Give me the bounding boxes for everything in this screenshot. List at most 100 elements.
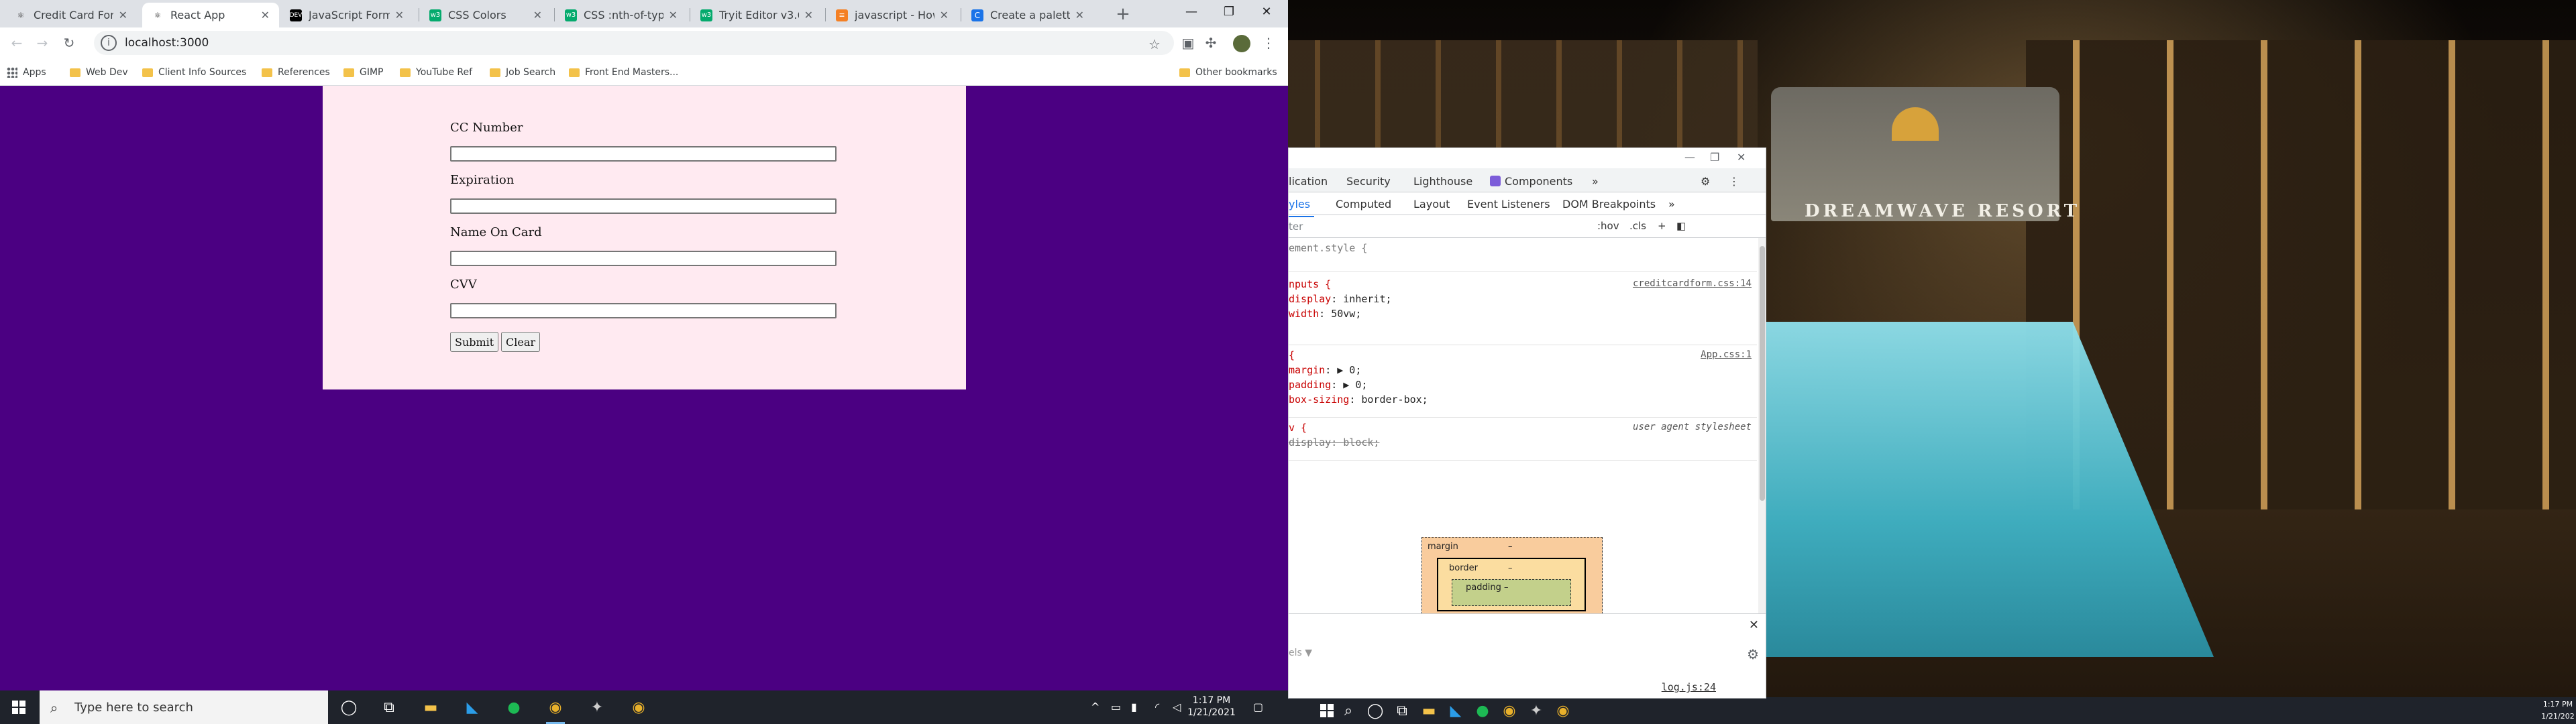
cvv-input[interactable] <box>450 303 837 318</box>
maximize-button[interactable]: ❐ <box>1210 0 1248 24</box>
tab-css-colors[interactable]: w3 CSS Colors ✕ <box>420 3 551 27</box>
log-levels-dropdown[interactable]: els ▼ <box>1289 648 1312 658</box>
console-source-link[interactable]: log.js:24 <box>1662 681 1716 693</box>
windows-start-icon[interactable] <box>12 701 25 714</box>
expiration-input[interactable] <box>450 198 837 214</box>
gear-icon[interactable]: ⚙ <box>1701 175 1710 188</box>
task-view-icon[interactable]: ⧉ <box>376 695 402 719</box>
menu-icon[interactable]: ⋮ <box>1260 34 1277 52</box>
clock[interactable]: 1:17 PM 1/21/2021 <box>1185 695 1238 719</box>
clock[interactable]: 1:17 PM 1/21/202 <box>2540 699 2576 723</box>
hov-button[interactable]: :hov <box>1597 220 1619 232</box>
tab-stackoverflow[interactable]: ≡ javascript - How to ✕ <box>826 3 958 27</box>
margin-value[interactable]: – <box>1508 542 1513 552</box>
name-on-card-input[interactable] <box>450 251 837 266</box>
file-explorer-icon[interactable]: ▬ <box>417 695 444 719</box>
css-declaration[interactable]: margin: ▶ 0; <box>1289 364 1361 376</box>
minimize-button[interactable]: — <box>1173 0 1210 24</box>
css-declaration[interactable]: width: 50vw; <box>1289 308 1361 320</box>
menu-icon[interactable]: ⋮ <box>1729 175 1739 188</box>
cortana-icon[interactable]: ◯ <box>335 695 362 719</box>
close-icon[interactable]: ✕ <box>395 9 404 21</box>
styles-scrollbar[interactable] <box>1758 238 1766 613</box>
scrollbar-thumb[interactable] <box>1760 246 1765 501</box>
tab-components[interactable]: Components <box>1490 175 1572 188</box>
tab-dom-breakpoints[interactable]: DOM Breakpoints <box>1562 198 1656 210</box>
bookmark-client-info[interactable]: Client Info Sources <box>142 66 246 79</box>
tab-javascript-form[interactable]: DEV JavaScript Form Va ✕ <box>280 3 413 27</box>
chrome-icon[interactable]: ◉ <box>1496 699 1523 723</box>
maximize-button[interactable]: ❐ <box>1710 151 1719 164</box>
chrome-icon[interactable]: ◉ <box>542 695 569 724</box>
info-icon[interactable]: i <box>101 35 117 51</box>
submit-button[interactable]: Submit <box>450 332 499 352</box>
chevron-up-icon[interactable]: ^ <box>1091 701 1099 713</box>
vscode-icon[interactable]: ◣ <box>459 695 486 719</box>
tab-create-palette[interactable]: C Create a palette - ✕ <box>962 3 1093 27</box>
avatar[interactable] <box>1233 35 1250 52</box>
close-icon[interactable]: ✕ <box>804 9 813 21</box>
filter-input[interactable]: ter <box>1289 221 1303 233</box>
close-window-button[interactable]: ✕ <box>1248 0 1285 24</box>
bookmark-front-end-masters[interactable]: Front End Masters... <box>569 66 678 79</box>
wifi-icon[interactable]: ◜ <box>1155 701 1159 713</box>
close-icon[interactable]: ✕ <box>1749 618 1759 632</box>
back-button[interactable]: ← <box>7 33 27 53</box>
close-icon[interactable]: ✕ <box>940 9 949 21</box>
chrome-icon[interactable]: ◉ <box>1550 699 1576 723</box>
tab-layout[interactable]: Layout <box>1413 198 1450 210</box>
more-subtabs-button[interactable]: » <box>1668 198 1675 210</box>
cls-button[interactable]: .cls <box>1629 220 1646 232</box>
css-declaration[interactable]: box-sizing: border-box; <box>1289 394 1428 406</box>
volume-icon[interactable]: ◁ <box>1173 701 1181 713</box>
sidebar-toggle-icon[interactable]: ◧ <box>1676 220 1686 232</box>
close-icon[interactable]: ✕ <box>1075 9 1084 21</box>
css-source-link[interactable]: App.css:1 <box>1701 349 1752 360</box>
css-selector[interactable]: ement.style { <box>1289 242 1367 254</box>
puzzle-icon[interactable]: ✣ <box>1202 34 1220 52</box>
spotify-icon[interactable]: ● <box>500 695 527 719</box>
taskbar-search[interactable]: ⌕ Type here to search <box>40 690 328 724</box>
minimize-button[interactable]: — <box>1684 151 1695 164</box>
tab-security[interactable]: Security <box>1346 175 1391 188</box>
app-icon[interactable]: ✦ <box>1523 699 1550 723</box>
app-icon[interactable]: ✦ <box>584 695 610 719</box>
tab-css-nth-of-type[interactable]: w3 CSS :nth-of-type() ✕ <box>555 3 687 27</box>
tab-application[interactable]: lication <box>1289 175 1328 188</box>
bookmark-youtube-ref[interactable]: YouTube Ref <box>400 66 472 79</box>
close-window-button[interactable]: ✕ <box>1737 151 1746 164</box>
battery-icon[interactable]: ▮ <box>1131 701 1137 713</box>
bookmark-references[interactable]: References <box>262 66 330 79</box>
bookmark-gimp[interactable]: GIMP <box>343 66 384 79</box>
close-icon[interactable]: ✕ <box>119 9 127 21</box>
close-icon[interactable]: ✕ <box>533 9 542 21</box>
extension-icon[interactable]: ▣ <box>1179 34 1197 52</box>
tab-lighthouse[interactable]: Lighthouse <box>1413 175 1472 188</box>
task-view-icon[interactable]: ⧉ <box>1389 699 1415 723</box>
tab-react-app[interactable]: ⚛ React App ✕ <box>142 3 279 27</box>
more-tabs-button[interactable]: » <box>1592 175 1599 188</box>
add-rule-button[interactable]: + <box>1658 220 1666 232</box>
tab-event-listeners[interactable]: Event Listeners <box>1467 198 1550 210</box>
tab-computed[interactable]: Computed <box>1336 198 1391 210</box>
spotify-icon[interactable]: ● <box>1469 699 1496 723</box>
chrome-icon[interactable]: ◉ <box>625 695 652 719</box>
bookmark-web-dev[interactable]: Web Dev <box>70 66 128 79</box>
css-declaration[interactable]: padding: ▶ 0; <box>1289 379 1367 391</box>
tab-styles[interactable]: yles <box>1289 198 1315 217</box>
bookmark-job-search[interactable]: Job Search <box>490 66 555 79</box>
tab-tryit-editor[interactable]: w3 Tryit Editor v3.6 ✕ <box>691 3 822 27</box>
notification-icon[interactable]: ▢ <box>1253 701 1263 713</box>
star-icon[interactable]: ☆ <box>1146 36 1163 53</box>
forward-button[interactable]: → <box>32 33 52 53</box>
css-declaration[interactable]: display: block; <box>1289 436 1379 448</box>
windows-start-icon[interactable] <box>1320 704 1334 717</box>
file-explorer-icon[interactable]: ▬ <box>1415 699 1442 723</box>
search-icon[interactable]: ⌕ <box>1335 699 1362 723</box>
css-selector[interactable]: v { <box>1289 422 1307 434</box>
clear-button[interactable]: Clear <box>501 332 541 352</box>
css-selector[interactable]: nputs { <box>1289 278 1331 290</box>
reload-button[interactable]: ↻ <box>59 33 79 53</box>
bookmark-other[interactable]: Other bookmarks <box>1179 66 1277 79</box>
css-source-link[interactable]: creditcardform.css:14 <box>1633 278 1752 289</box>
